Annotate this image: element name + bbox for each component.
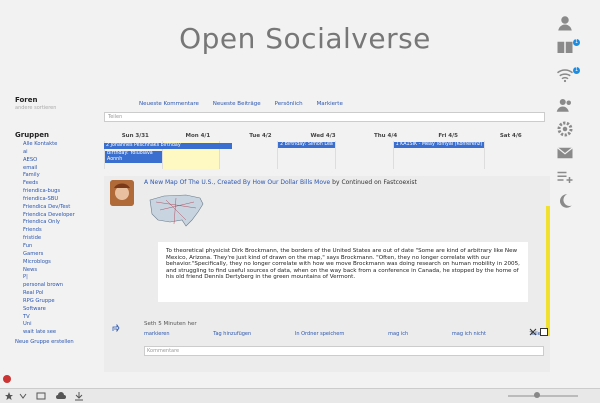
dislike-button[interactable]: mag ich nicht	[452, 331, 486, 337]
group-item[interactable]: Friendica Dev/Test	[23, 204, 95, 212]
group-item[interactable]: Feeds	[23, 180, 95, 188]
status-bar	[0, 388, 600, 403]
group-item[interactable]: Friends	[23, 227, 95, 235]
chevron-down-icon[interactable]	[18, 391, 28, 401]
group-item[interactable]: Family	[23, 172, 95, 180]
day-cell[interactable]: 1 KA1SIK - Meay Tomyal (Konferenz)	[392, 141, 485, 169]
group-item[interactable]: Software	[23, 306, 95, 314]
gear-icon[interactable]	[556, 120, 580, 140]
avatar[interactable]	[110, 180, 134, 206]
save-folder-button[interactable]: In Ordner speichern	[295, 331, 345, 337]
sidebar: Foren andere sortieren Gruppen Alle Kont…	[15, 96, 95, 345]
group-item[interactable]: Fun	[23, 243, 95, 251]
day-header: Fri 4/5	[438, 133, 458, 139]
unread-marker	[546, 206, 550, 336]
star-button[interactable]: markieren	[144, 331, 170, 337]
tab-starred[interactable]: Markierte	[317, 101, 343, 107]
share-arrow-icon[interactable]	[112, 324, 120, 332]
site-title: Open Socialverse	[179, 22, 431, 55]
day-header: Thu 4/4	[374, 133, 398, 139]
day-header: Tue 4/2	[249, 133, 272, 139]
group-item[interactable]: Real Pol	[23, 290, 95, 298]
stream-tabs: Neueste Kommentare Neueste Beiträge Pers…	[139, 100, 355, 107]
tab-latest-posts[interactable]: Neueste Beiträge	[213, 101, 261, 107]
day-header: Mon 4/1	[185, 133, 211, 139]
group-item[interactable]: wait late see	[23, 329, 95, 337]
group-item[interactable]: RPG Gruppe	[23, 298, 95, 306]
group-item[interactable]: friendica-bugs	[23, 188, 95, 196]
group-item[interactable]: Uni	[23, 321, 95, 329]
group-item[interactable]: AESO	[23, 157, 95, 165]
like-button[interactable]: mag ich	[388, 331, 408, 337]
group-item[interactable]: TV	[23, 314, 95, 322]
network-badge: 1	[573, 67, 581, 74]
moon-icon[interactable]	[556, 192, 580, 212]
close-icon[interactable]	[529, 328, 537, 336]
comment-input[interactable]: Kommentare	[144, 346, 544, 356]
add-tag-button[interactable]: Tag hinzufügen	[213, 331, 251, 337]
post-actions: markieren Tag hinzufügen In Ordner speic…	[144, 331, 544, 337]
groups-heading: Gruppen	[15, 131, 49, 139]
new-group-link[interactable]: Neue Gruppe erstellen	[15, 339, 95, 345]
forums-heading: Foren	[15, 96, 38, 104]
group-item[interactable]: P|	[23, 274, 95, 282]
calendar-event[interactable]: Birthday: Yoluolava Aonnh	[105, 151, 162, 163]
download-icon[interactable]	[74, 391, 84, 401]
forums-sub[interactable]: andere sortieren	[15, 105, 95, 111]
group-item[interactable]: Friendica Only	[23, 219, 95, 227]
zoom-slider[interactable]	[508, 395, 578, 397]
post-meta: Seth 5 Minuten her	[144, 321, 197, 327]
post-title-link[interactable]: A New Map Of The U.S., Created By How Ou…	[144, 179, 330, 186]
group-item[interactable]: fristide	[23, 235, 95, 243]
us-map-image	[146, 190, 206, 230]
calendar-event[interactable]: 2 Birthday: Simon Lea	[278, 142, 335, 148]
group-item[interactable]: ai	[23, 149, 95, 157]
calendar: Sun 3/31 Mon 4/1 Tue 4/2 Wed 4/3 Thu 4/4…	[104, 133, 542, 169]
book-icon[interactable]: 1	[556, 38, 581, 58]
share-input[interactable]: Teilen	[104, 112, 545, 122]
post-title: A New Map Of The U.S., Created By How Ou…	[144, 179, 417, 186]
notification-badge: 1	[573, 39, 581, 46]
select-checkbox[interactable]	[540, 328, 548, 336]
cloud-icon[interactable]	[56, 391, 66, 401]
calendar-event[interactable]: 1 KA1SIK - Meay Tomyal (Konferenz)	[393, 142, 485, 148]
group-item[interactable]: personal brown	[23, 282, 95, 290]
groups-list: Alle Kontakte ai AESO email Family Feeds…	[23, 141, 95, 337]
day-header: Sun 3/31	[121, 133, 149, 139]
page: Open Socialverse 1 1 Foren andere sortie…	[0, 0, 600, 403]
group-item[interactable]: email	[23, 165, 95, 173]
window-icon[interactable]	[36, 391, 46, 401]
calendar-event-multiday[interactable]: 2 Johannes Peschnaks birthday	[104, 143, 232, 149]
post-card: A New Map Of The U.S., Created By How Ou…	[104, 176, 550, 372]
calendar-header: Sun 3/31 Mon 4/1 Tue 4/2 Wed 4/3 Thu 4/4…	[104, 133, 542, 139]
wifi-icon[interactable]: 1	[556, 66, 581, 86]
day-cell[interactable]: 2 Birthday: Simon Lea	[277, 141, 335, 169]
post-source: by Continued on Fastcoexist	[330, 179, 417, 186]
mail-icon[interactable]	[556, 144, 580, 164]
group-item[interactable]: News	[23, 267, 95, 275]
bug-icon[interactable]	[3, 375, 11, 383]
playlist-add-icon[interactable]	[556, 168, 580, 188]
group-item[interactable]: Alle Kontakte	[23, 141, 95, 149]
day-header: Wed 4/3	[310, 133, 336, 139]
day-cell[interactable]	[334, 141, 393, 169]
group-item[interactable]: Friendica Developer	[23, 212, 95, 220]
day-cell[interactable]	[484, 141, 542, 169]
tab-personal[interactable]: Persönlich	[275, 101, 303, 107]
contacts-icon[interactable]	[556, 96, 580, 116]
day-header: Sat 4/6	[499, 133, 522, 139]
group-item[interactable]: Microblogs	[23, 259, 95, 267]
post-quote: To theoretical physicist Dirk Brockmann,…	[158, 242, 528, 302]
group-item[interactable]: friendica-SBU	[23, 196, 95, 204]
user-icon[interactable]	[556, 14, 580, 34]
zoom-slider-handle[interactable]	[534, 392, 540, 398]
tab-latest-comments[interactable]: Neueste Kommentare	[139, 101, 199, 107]
star-icon[interactable]	[4, 391, 14, 401]
group-item[interactable]: Gamers	[23, 251, 95, 259]
